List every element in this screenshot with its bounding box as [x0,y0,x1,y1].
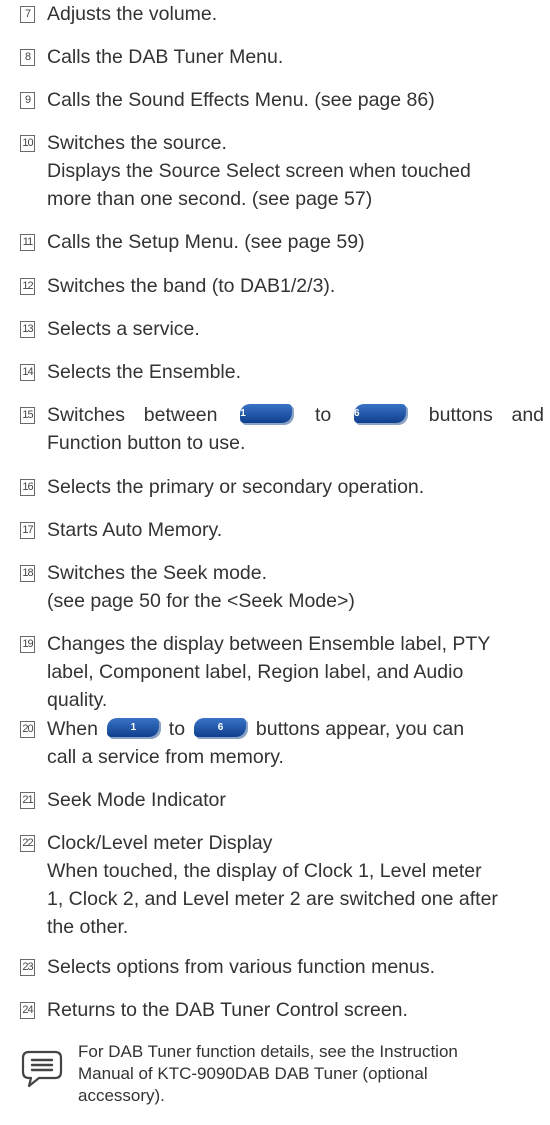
item-text: Selects options from various function me… [47,956,436,978]
item-text: (see page 50 for the <Seek Mode>) [47,590,355,612]
item-text: Returns to the DAB Tuner Control screen. [47,999,408,1021]
item-number: 16 [20,479,35,496]
item-text: the other. [47,916,129,938]
item-text: Starts Auto Memory. [47,519,223,541]
item-number: 14 [20,364,35,381]
list-item-9: 9 Calls the Sound Effects Menu. (see pag… [20,86,544,114]
item-text: more than one second. (see page 57) [47,188,373,210]
item-text: Displays the Source Select screen when t… [47,160,471,182]
item-text: label, Component label, Region label, an… [47,661,464,683]
item-text: Function button to use. [47,432,246,454]
item-text: Switches between [47,404,218,426]
item-text: to [315,404,332,426]
list-item-24: 24 Returns to the DAB Tuner Control scre… [20,996,544,1024]
note-speech-bubble-icon [21,1050,63,1088]
list-item-15: 15 Switches between 1 to 6 buttons and F… [20,401,544,457]
item-text: to [168,718,186,740]
item-text: When touched, the display of Clock 1, Le… [47,860,482,882]
item-text: Clock/Level meter Display [47,832,273,854]
list-item-17: 17 Starts Auto Memory. [20,516,544,544]
item-text: Switches the Seek mode. [47,562,268,584]
item-number: 24 [20,1002,35,1019]
item-text: Calls the DAB Tuner Menu. [47,46,284,68]
note-text: For DAB Tuner function details, see the … [78,1042,458,1105]
list-item-19: 19 Changes the display between Ensemble … [20,630,544,714]
list-item-11: 11 Calls the Setup Menu. (see page 59) [20,228,544,256]
item-number: 22 [20,835,35,852]
item-text: Adjusts the volume. [47,3,218,25]
item-number: 19 [20,636,35,653]
item-text-line: When 1 to 6 buttons appear, you can [47,715,544,743]
item-number: 18 [20,565,35,582]
item-number: 9 [20,92,35,109]
list-item-16: 16 Selects the primary or secondary oper… [20,473,544,501]
item-text: Switches the source. [47,132,227,154]
item-number: 15 [20,407,35,424]
item-number: 20 [20,721,35,738]
item-text: Switches the band (to DAB1/2/3). [47,275,336,297]
preset-button-1: 1 [240,404,293,424]
item-number: 12 [20,278,35,295]
item-text-line: Switches between 1 to 6 buttons and [47,401,544,429]
list-item-7: 7 Adjusts the volume. [20,0,544,28]
item-text: call a service from memory. [47,746,284,768]
list-item-10: 10 Switches the source. Displays the Sou… [20,129,544,213]
item-text: When [47,718,98,740]
item-number: 23 [20,959,35,976]
list-item-13: 13 Selects a service. [20,315,544,343]
item-text: Selects the Ensemble. [47,361,242,383]
item-text: Changes the display between Ensemble lab… [47,633,491,655]
preset-button-6: 6 [354,404,407,424]
item-number: 13 [20,321,35,338]
item-text: Selects the primary or secondary operati… [47,476,425,498]
item-text: quality. [47,689,108,711]
list-item-14: 14 Selects the Ensemble. [20,358,544,386]
preset-button-1: 1 [107,718,160,738]
item-text: Calls the Setup Menu. (see page 59) [47,231,365,253]
list-item-21: 21 Seek Mode Indicator [20,786,544,814]
list-item-18: 18 Switches the Seek mode. (see page 50 … [20,559,544,615]
item-number: 10 [20,135,35,152]
list-item-8: 8 Calls the DAB Tuner Menu. [20,43,544,71]
item-number: 7 [20,6,35,23]
preset-button-6: 6 [194,718,247,738]
item-text: Calls the Sound Effects Menu. (see page … [47,89,435,111]
item-number: 8 [20,49,35,66]
item-text: Selects a service. [47,318,200,340]
item-text: buttons and [428,404,545,426]
list-item-20: 20 When 1 to 6 buttons appear, you can c… [20,715,544,771]
list-item-22: 22 Clock/Level meter Display When touche… [20,829,544,941]
list-item-23: 23 Selects options from various function… [20,953,544,981]
item-text: Seek Mode Indicator [47,789,226,811]
list-item-12: 12 Switches the band (to DAB1/2/3). [20,272,544,300]
item-text: 1, Clock 2, and Level meter 2 are switch… [47,888,498,910]
item-text: buttons appear, you can [255,718,465,740]
item-number: 11 [20,234,35,251]
item-number: 17 [20,522,35,539]
item-number: 21 [20,792,35,809]
